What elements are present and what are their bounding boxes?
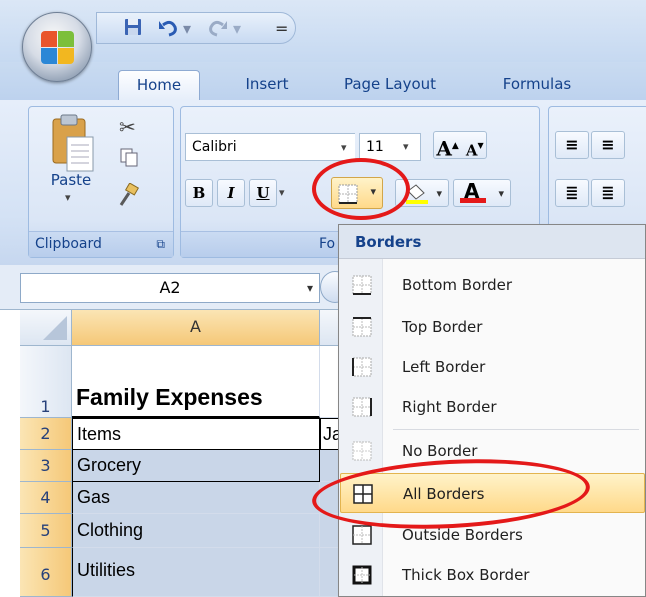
clipboard-label-text: Clipboard	[35, 236, 102, 252]
borders-icon	[338, 184, 358, 204]
tab-home[interactable]: Home	[118, 70, 200, 100]
font-name-input[interactable]: Calibri	[185, 133, 355, 161]
format-painter-icon[interactable]	[117, 182, 140, 211]
office-button[interactable]	[22, 12, 92, 82]
paste-icon[interactable]	[47, 113, 97, 173]
cell-a6[interactable]: Utilities	[72, 548, 320, 597]
align-center-icon[interactable]: ≣	[591, 179, 625, 207]
menu-item-outside-borders[interactable]: Outside Borders	[340, 515, 645, 555]
menu-item-label: Top Border	[402, 318, 483, 336]
shrink-font-icon: A	[465, 141, 478, 160]
borders-menu-title: Borders	[339, 225, 645, 259]
clipboard-group: Paste ▾ ✂ Clipboard ⧉	[28, 106, 174, 258]
italic-button[interactable]: I	[217, 179, 245, 207]
underline-dropdown-icon[interactable]: ▾	[279, 179, 293, 207]
row-header-2[interactable]: 2	[20, 418, 72, 450]
font-color-button[interactable]: A ▾	[453, 179, 511, 207]
name-box-value: A2	[159, 278, 181, 297]
tab-insert[interactable]: Insert	[232, 70, 302, 100]
save-icon[interactable]	[123, 17, 143, 41]
select-all-corner[interactable]	[20, 310, 72, 346]
name-box-dropdown-icon[interactable]: ▾	[307, 274, 313, 302]
align-left-icon[interactable]: ≣	[555, 179, 589, 207]
bold-button[interactable]: B	[185, 179, 213, 207]
font-color-swatch	[460, 198, 486, 203]
top-border-icon	[352, 317, 372, 337]
cell-a1[interactable]: Family Expenses	[72, 346, 320, 418]
cell-b4[interactable]	[320, 482, 340, 514]
cell-a2[interactable]: Items	[72, 418, 320, 450]
cell-b5[interactable]	[320, 514, 340, 548]
underline-button[interactable]: U	[249, 179, 277, 207]
redo-dropdown-icon[interactable]: ▾	[233, 17, 241, 41]
cell-b3[interactable]	[320, 450, 340, 482]
fill-color-dropdown-icon: ▾	[436, 187, 442, 200]
outside-borders-icon	[352, 525, 372, 545]
undo-dropdown-icon[interactable]: ▾	[183, 17, 191, 41]
cut-icon[interactable]: ✂	[119, 115, 136, 139]
middle-align-icon[interactable]: ≡	[591, 131, 625, 159]
row-header-1[interactable]: 1	[20, 346, 72, 418]
menu-item-top-border[interactable]: Top Border	[340, 307, 645, 347]
menu-item-label: Outside Borders	[402, 526, 523, 544]
menu-item-left-border[interactable]: Left Border	[340, 347, 645, 387]
cell-b1[interactable]	[320, 346, 340, 418]
top-align-icon[interactable]: ≡	[555, 131, 589, 159]
grow-font-button[interactable]: A▲ A▼	[433, 131, 487, 161]
thick-box-border-icon	[352, 565, 372, 585]
customize-qat-button[interactable]: =	[275, 17, 288, 41]
name-box[interactable]: A2 ▾	[20, 273, 320, 303]
right-border-icon	[352, 397, 372, 417]
menu-item-label: Thick Box Border	[402, 566, 530, 584]
grow-font-icon: A	[436, 136, 452, 161]
font-name-dropdown-icon[interactable]: ▾	[341, 133, 355, 161]
menu-item-label: Bottom Border	[402, 276, 513, 294]
redo-icon[interactable]	[207, 17, 229, 41]
bottom-border-icon	[352, 275, 372, 295]
cell-a3[interactable]: Grocery	[72, 450, 320, 482]
borders-button[interactable]: ▾	[331, 177, 383, 209]
no-border-icon	[352, 441, 372, 461]
row-header-4[interactable]: 4	[20, 482, 72, 514]
paste-button-label[interactable]: Paste	[41, 171, 101, 189]
font-color-dropdown-icon: ▾	[498, 187, 504, 200]
quick-access-toolbar: ▾ ▾ =	[96, 12, 296, 44]
undo-icon[interactable]	[157, 17, 179, 41]
clipboard-group-label: Clipboard ⧉	[29, 231, 173, 257]
left-border-icon	[352, 357, 372, 377]
tab-formulas[interactable]: Formulas	[482, 70, 592, 100]
menu-item-thick-box-border[interactable]: Thick Box Border	[340, 555, 645, 595]
dialog-launcher-icon[interactable]: ⧉	[156, 232, 165, 256]
menu-item-label: Right Border	[402, 398, 497, 416]
font-size-dropdown-icon[interactable]: ▾	[403, 133, 417, 161]
cell-b2[interactable]: Ja	[320, 418, 340, 450]
ribbon-tabs: Home Insert Page Layout Formulas	[0, 62, 646, 100]
fill-color-button[interactable]: ▾	[395, 179, 449, 207]
cell-b6[interactable]	[320, 548, 340, 597]
borders-dropdown-icon: ▾	[370, 185, 376, 198]
menu-separator	[393, 429, 639, 430]
cell-a4[interactable]: Gas	[72, 482, 320, 514]
column-header-a[interactable]: A	[72, 310, 320, 346]
menu-item-no-border[interactable]: No Border	[340, 431, 645, 471]
menu-item-label: No Border	[402, 442, 478, 460]
copy-icon[interactable]	[119, 147, 139, 171]
menu-item-all-borders[interactable]: All Borders	[340, 473, 645, 513]
all-borders-icon	[353, 484, 373, 504]
row-header-5[interactable]: 5	[20, 514, 72, 548]
tab-page-layout[interactable]: Page Layout	[330, 70, 450, 100]
row-header-3[interactable]: 3	[20, 450, 72, 482]
borders-menu: Borders Bottom Border Top Border Left Bo…	[338, 224, 646, 597]
menu-item-label: Left Border	[402, 358, 486, 376]
menu-item-right-border[interactable]: Right Border	[340, 387, 645, 427]
office-logo-icon	[41, 31, 75, 65]
menu-item-label: All Borders	[403, 485, 485, 503]
menu-item-bottom-border[interactable]: Bottom Border	[340, 265, 645, 305]
row-header-6[interactable]: 6	[20, 548, 72, 597]
fill-color-icon	[406, 184, 428, 204]
column-header-b[interactable]	[320, 310, 340, 346]
paste-dropdown-icon[interactable]: ▾	[65, 191, 71, 204]
cell-a5[interactable]: Clothing	[72, 514, 320, 548]
